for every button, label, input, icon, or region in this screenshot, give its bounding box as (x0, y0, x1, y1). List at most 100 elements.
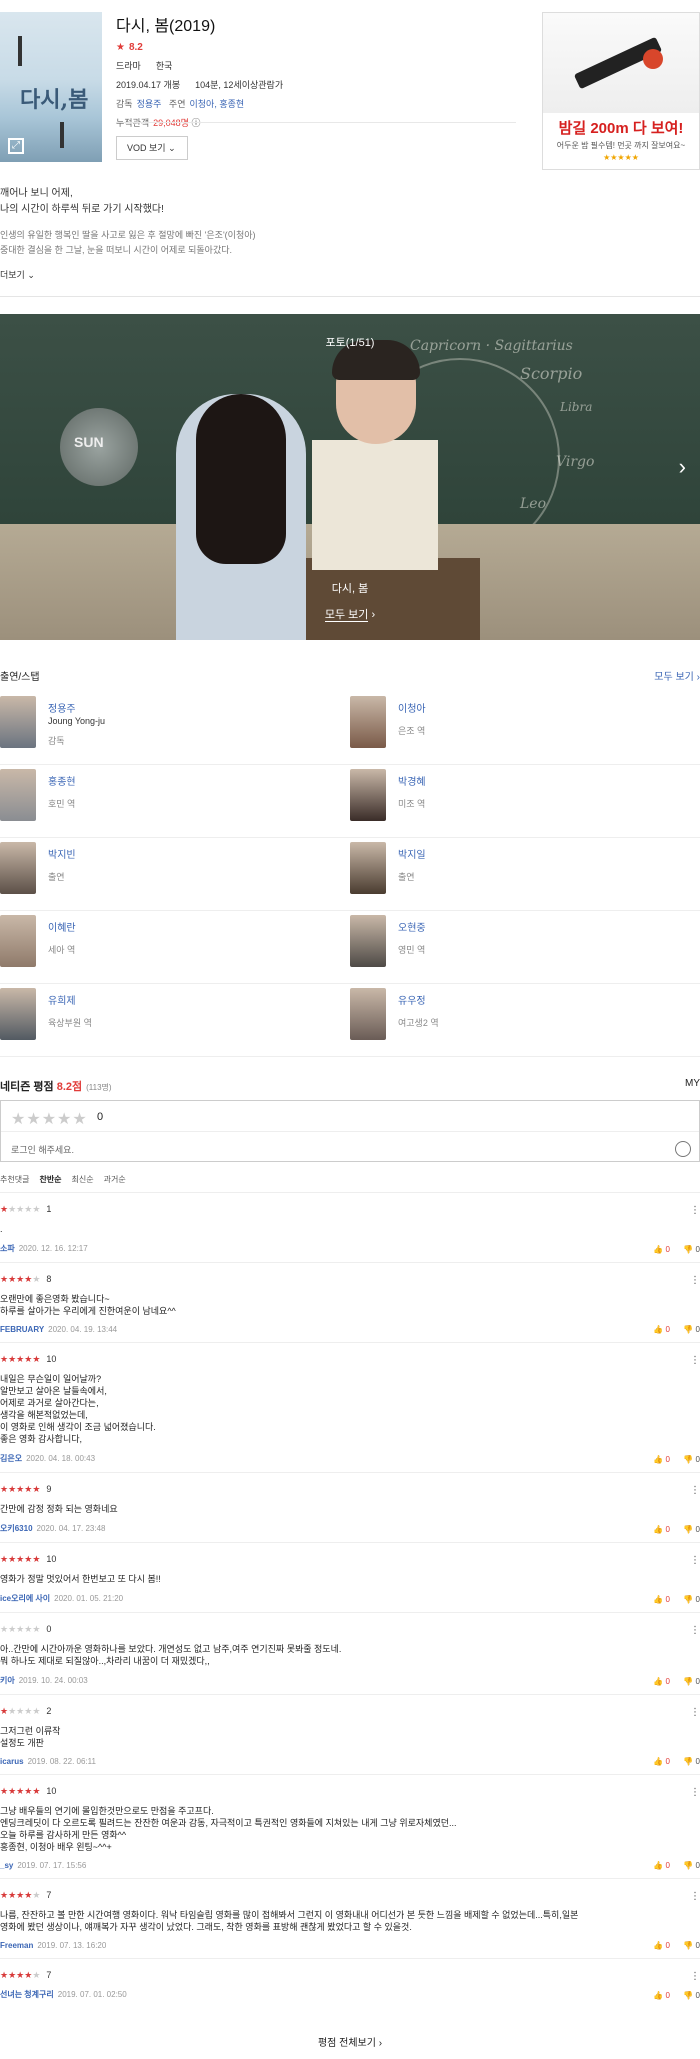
cast-member[interactable]: 박지빈 출연 (0, 838, 350, 911)
like-button[interactable]: 👍 0 (653, 1245, 670, 1254)
cast-member[interactable]: 박경혜미조 역 (350, 765, 700, 838)
more-options-icon[interactable]: ⋮ (690, 1355, 700, 1366)
review-user[interactable]: 김은오 (0, 1454, 22, 1463)
dislike-button[interactable]: 👎 0 (683, 1941, 700, 1950)
sort-tab-recommend[interactable]: 추천댓글 (0, 1175, 29, 1184)
dislike-button[interactable]: 👎 0 (683, 1757, 700, 1766)
cast-member[interactable]: 홍종현 호민 역 (0, 765, 350, 838)
sort-tab-votes[interactable]: 찬반순 (39, 1175, 61, 1184)
sort-tab-oldest[interactable]: 과거순 (104, 1175, 126, 1184)
dislike-button[interactable]: 👎 0 (683, 1595, 700, 1604)
dislike-count: 0 (695, 1325, 700, 1334)
thumbs-down-icon: 👎 (683, 1677, 694, 1686)
cast-member[interactable]: 이혜란 세아 역 (0, 911, 350, 984)
cast-link[interactable]: 이청아, 홍종현 (189, 99, 244, 109)
chevron-right-icon[interactable]: › (679, 454, 686, 480)
cast-name[interactable]: 박경혜 (398, 773, 426, 788)
review-user[interactable]: 오키6310 (0, 1524, 33, 1533)
more-options-icon[interactable]: ⋮ (690, 1485, 700, 1496)
dislike-button[interactable]: 👎 0 (683, 1861, 700, 1870)
expand-icon[interactable]: ⤢ (8, 138, 24, 154)
like-button[interactable]: 👍 0 (653, 1941, 670, 1950)
more-options-icon[interactable]: ⋮ (690, 1275, 700, 1286)
review-user[interactable]: 키아 (0, 1676, 15, 1685)
cast-name[interactable]: 유우정 (398, 992, 426, 1007)
cast-member[interactable]: 오현중 영민 역 (350, 911, 700, 984)
photo-view-all[interactable]: 모두 보기 › (0, 606, 700, 622)
more-options-icon[interactable]: ⋮ (690, 1891, 700, 1902)
like-button[interactable]: 👍 0 (653, 1757, 670, 1766)
sort-tab-newest[interactable]: 최신순 (72, 1175, 94, 1184)
more-options-icon[interactable]: ⋮ (690, 1205, 700, 1216)
vod-button[interactable]: VOD 보기 ⌄ (116, 136, 188, 160)
review-write-box[interactable]: ★★★★★ 0 로그인 해주세요. (0, 1100, 700, 1162)
all-reviews-button[interactable]: 평점 전체보기 › (0, 2034, 700, 2049)
dislike-button[interactable]: 👎 0 (683, 1455, 700, 1464)
cast-photo[interactable] (0, 769, 36, 821)
review-user[interactable]: ice오리에 사이 (0, 1594, 50, 1603)
more-options-icon[interactable]: ⋮ (690, 1971, 700, 1982)
like-button[interactable]: 👍 0 (653, 1595, 670, 1604)
cast-member[interactable]: 이청아 은조 역 (350, 692, 700, 765)
cast-view-all[interactable]: 모두 보기 › (654, 668, 700, 683)
dislike-button[interactable]: 👎 0 (683, 1677, 700, 1686)
like-count: 0 (665, 1757, 670, 1766)
review-user[interactable]: 소파 (0, 1244, 15, 1253)
cast-member[interactable]: 유우정 여고생2 역 (350, 984, 700, 1057)
cast-photo[interactable] (350, 696, 386, 748)
cast-photo[interactable] (350, 842, 386, 894)
director-link[interactable]: 정용주 (137, 99, 162, 109)
movie-poster[interactable]: 다시,봄 ⤢ (0, 12, 102, 162)
cast-title: 출연/스탭 (0, 672, 40, 683)
cast-photo[interactable] (0, 988, 36, 1040)
cast-member[interactable]: 유희제 육상부원 역 (0, 984, 350, 1057)
like-button[interactable]: 👍 0 (653, 1455, 670, 1464)
review-stars: ★★★★★ (0, 1274, 41, 1284)
cast-name[interactable]: 박지빈 (48, 846, 76, 861)
like-button[interactable]: 👍 0 (653, 1861, 670, 1870)
cast-photo[interactable] (0, 915, 36, 967)
cast-name[interactable]: 박지일 (398, 846, 426, 861)
dislike-button[interactable]: 👎 0 (683, 1245, 700, 1254)
review-meta: Freeman 2019. 07. 13. 16:20 (0, 1941, 700, 1950)
photo-viewer[interactable]: Capricorn · Sagittarius Scorpio Libra Vi… (0, 314, 700, 640)
review-user[interactable]: 선녀는 청계구리 (0, 1990, 54, 1999)
cast-name[interactable]: 이혜란 (48, 919, 76, 934)
emoji-icon[interactable] (675, 1141, 691, 1157)
rating-stars-input[interactable]: ★★★★★ (11, 1109, 88, 1129)
my-review-link[interactable]: MY (685, 1078, 700, 1089)
cast-photo[interactable] (350, 988, 386, 1040)
cast-name[interactable]: 이청아 (398, 700, 426, 715)
more-options-icon[interactable]: ⋮ (690, 1787, 700, 1798)
like-button[interactable]: 👍 0 (653, 1991, 670, 2000)
cast-photo[interactable] (350, 915, 386, 967)
thumbs-down-icon: 👎 (683, 1245, 694, 1254)
more-options-icon[interactable]: ⋮ (690, 1625, 700, 1636)
cast-photo[interactable] (0, 696, 36, 748)
cast-photo[interactable] (350, 769, 386, 821)
cast-role: 미조 역 (398, 799, 426, 809)
ad-banner[interactable]: 밤길 200m 다 보여! 어두운 밤 필수템! 먼곳 까지 잘보여요~ ★★★… (542, 12, 700, 170)
dislike-button[interactable]: 👎 0 (683, 1991, 700, 2000)
review-input[interactable]: 로그인 해주세요. (11, 1143, 74, 1156)
dislike-button[interactable]: 👎 0 (683, 1525, 700, 1534)
more-options-icon[interactable]: ⋮ (690, 1707, 700, 1718)
like-button[interactable]: 👍 0 (653, 1325, 670, 1334)
review-user[interactable]: Freeman (0, 1941, 33, 1950)
dislike-button[interactable]: 👎 0 (683, 1325, 700, 1334)
like-button[interactable]: 👍 0 (653, 1525, 670, 1534)
like-button[interactable]: 👍 0 (653, 1677, 670, 1686)
more-options-icon[interactable]: ⋮ (690, 1555, 700, 1566)
more-button[interactable]: 더보기 ⌄ (0, 268, 700, 281)
info-icon[interactable]: ⓘ (191, 118, 200, 128)
review-user[interactable]: _sy (0, 1861, 13, 1870)
review-user[interactable]: icarus (0, 1757, 24, 1766)
cast-name[interactable]: 홍종현 (48, 773, 76, 788)
cast-name[interactable]: 오현중 (398, 919, 426, 934)
cast-member[interactable]: 박지일 출연 (350, 838, 700, 911)
cast-name[interactable]: 정용주 (48, 700, 76, 715)
review-user[interactable]: FEBRUARY (0, 1325, 44, 1334)
cast-name[interactable]: 유희제 (48, 992, 76, 1007)
cast-member[interactable]: 정용주 Joung Yong-ju 감독 (0, 692, 350, 765)
cast-photo[interactable] (0, 842, 36, 894)
